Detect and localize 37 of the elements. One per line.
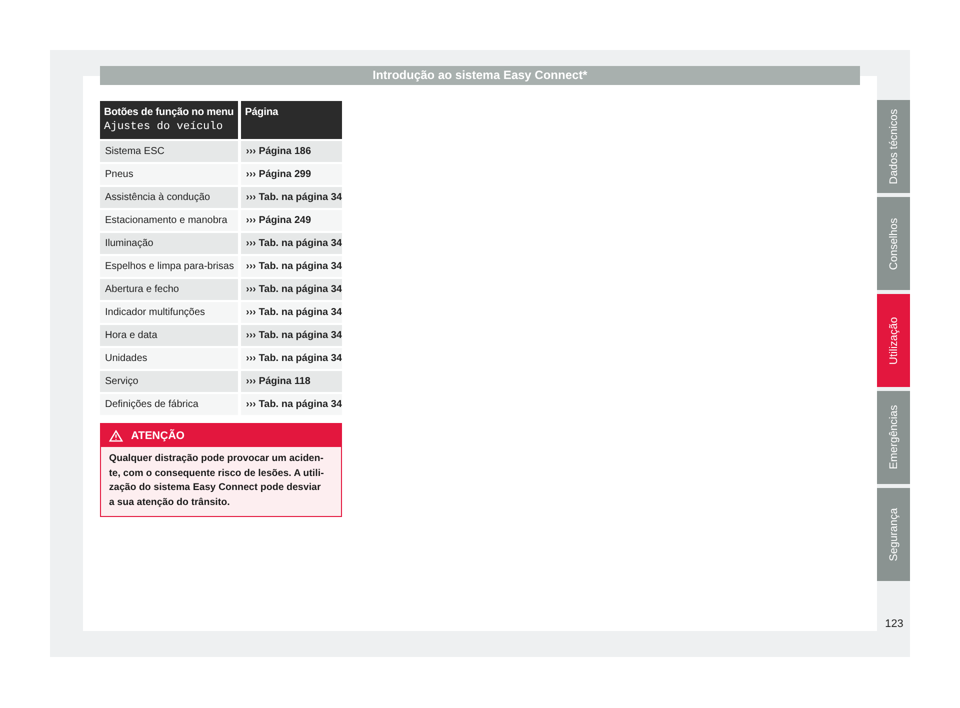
warning-text: Qualquer distração pode provocar um aciden- te, com o consequente risco de lesões. A utili- zação do sistema Easy Connect pode desviar a sua atenção do trânsito. [108,452,325,510]
page-reference: ››› Página 299 [241,164,342,185]
page-reference: ››› Página 186 [241,141,342,162]
page-reference: ››› Tab. na página 34 [241,348,342,369]
table-cell: Pneus [100,164,238,185]
table-cell: Serviço [100,371,238,392]
section-tab[interactable]: Segurança [877,488,910,581]
page-reference: ››› Tab. na página 34 [241,279,342,300]
page-reference: ››› Página 249 [241,210,342,231]
warning-icon [109,430,123,442]
chapter-header: Introdução ao sistema Easy Connect* [100,66,860,85]
section-tab[interactable]: Emergências [877,391,910,484]
section-tab[interactable]: Conselhos [877,197,910,290]
page-reference: ››› Tab. na página 34 [241,302,342,323]
page-reference: ››› Tab. na página 34 [241,187,342,208]
table-cell: Estacionamento e manobra [100,210,238,231]
warning-title: ATENÇÃO [131,430,185,442]
table-cell: Unidades [100,348,238,369]
header-label: Página [245,106,280,120]
page-reference: ››› Tab. na página 34 [241,394,342,415]
page-reference: ››› Tab. na página 34 [241,325,342,346]
table-cell: Definições de fábrica [100,394,238,415]
table-cell: Assistência à condução [100,187,238,208]
table-cell: Iluminação [100,233,238,254]
table-cell: Abertura e fecho [100,279,238,300]
table-cell: Indicador multifunções [100,302,238,323]
table-cell: Sistema ESC [100,141,238,162]
page-reference: ››› Página 118 [241,371,342,392]
table-cell: Hora e data [100,325,238,346]
page-reference: ››› Tab. na página 34 [241,233,342,254]
header-label: Botões de função no menu [104,106,235,120]
menu-name: Ajustes do veículo [104,120,224,134]
page-number: 123 [885,618,904,630]
section-tab[interactable]: Utilização [877,294,910,387]
section-tab[interactable]: Dados técnicos [877,100,910,193]
table-cell: Espelhos e limpa para-brisas [100,256,238,277]
page-reference: ››› Tab. na página 34 [241,256,342,277]
